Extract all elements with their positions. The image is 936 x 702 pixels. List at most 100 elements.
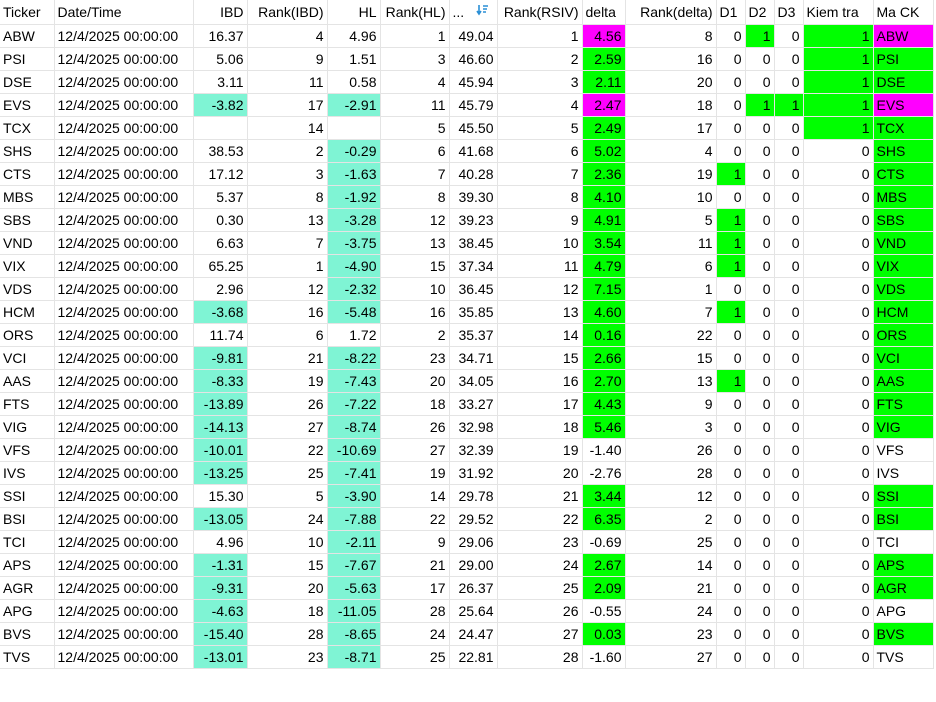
rank-rsiv-cell[interactable]: 23 bbox=[497, 530, 583, 554]
rank-hl-cell[interactable]: 28 bbox=[380, 599, 450, 623]
ma-ck-cell[interactable]: TVS bbox=[873, 645, 934, 669]
delta-cell[interactable]: 4.43 bbox=[582, 392, 626, 416]
hl-cell[interactable]: -2.32 bbox=[327, 277, 381, 301]
d3-cell[interactable]: 0 bbox=[774, 461, 804, 485]
rank-hl-cell[interactable]: 21 bbox=[380, 553, 450, 577]
datetime-cell[interactable]: 12/4/2025 00:00:00 bbox=[54, 507, 194, 531]
rank-ibd-cell[interactable]: 15 bbox=[247, 553, 328, 577]
rank-ibd-cell[interactable]: 23 bbox=[247, 645, 328, 669]
d3-cell[interactable]: 0 bbox=[774, 70, 804, 94]
ibd-cell[interactable]: -3.68 bbox=[193, 300, 248, 324]
rank-hl-cell[interactable]: 11 bbox=[380, 93, 450, 117]
kiem-tra-cell[interactable]: 0 bbox=[803, 622, 874, 646]
rank-ibd-cell[interactable]: 3 bbox=[247, 162, 328, 186]
datetime-cell[interactable]: 12/4/2025 00:00:00 bbox=[54, 277, 194, 301]
rank-delta-cell[interactable]: 18 bbox=[625, 93, 717, 117]
d1-cell[interactable]: 1 bbox=[716, 231, 746, 255]
rank-delta-cell[interactable]: 4 bbox=[625, 139, 717, 163]
rank-hl-cell[interactable]: 24 bbox=[380, 622, 450, 646]
ma-ck-cell[interactable]: SBS bbox=[873, 208, 934, 232]
hl-cell[interactable]: 1.51 bbox=[327, 47, 381, 71]
datetime-cell[interactable]: 12/4/2025 00:00:00 bbox=[54, 93, 194, 117]
kiem-tra-cell[interactable]: 0 bbox=[803, 530, 874, 554]
rank-ibd-cell[interactable]: 28 bbox=[247, 622, 328, 646]
rank-delta-cell[interactable]: 22 bbox=[625, 323, 717, 347]
table-row[interactable]: APG 12/4/2025 00:00:00 -4.63 18 -11.05 28 25.6… bbox=[0, 599, 934, 623]
table-row[interactable]: CTS 12/4/2025 00:00:00 17.12 3 -1.63 7 40.28 7 2… bbox=[0, 162, 934, 186]
rank-hl-cell[interactable]: 8 bbox=[380, 185, 450, 209]
rank-hl-cell[interactable]: 1 bbox=[380, 24, 450, 48]
ma-ck-cell[interactable]: MBS bbox=[873, 185, 934, 209]
d3-cell[interactable]: 0 bbox=[774, 599, 804, 623]
d3-cell[interactable]: 0 bbox=[774, 185, 804, 209]
rsiv-cell[interactable]: 46.60 bbox=[449, 47, 498, 71]
rank-rsiv-cell[interactable]: 27 bbox=[497, 622, 583, 646]
table-row[interactable]: APS 12/4/2025 00:00:00 -1.31 15 -7.67 21 29.00… bbox=[0, 553, 934, 577]
rank-rsiv-cell[interactable]: 22 bbox=[497, 507, 583, 531]
delta-cell[interactable]: 2.66 bbox=[582, 346, 626, 370]
d3-cell[interactable]: 0 bbox=[774, 553, 804, 577]
rank-rsiv-cell[interactable]: 21 bbox=[497, 484, 583, 508]
d1-cell[interactable]: 0 bbox=[716, 346, 746, 370]
ibd-cell[interactable]: -14.13 bbox=[193, 415, 248, 439]
rsiv-cell[interactable]: 35.37 bbox=[449, 323, 498, 347]
kiem-tra-cell[interactable]: 0 bbox=[803, 346, 874, 370]
d2-cell[interactable]: 0 bbox=[745, 530, 775, 554]
datetime-cell[interactable]: 12/4/2025 00:00:00 bbox=[54, 254, 194, 278]
d2-cell[interactable]: 0 bbox=[745, 162, 775, 186]
kiem-tra-cell[interactable]: 0 bbox=[803, 645, 874, 669]
rank-rsiv-cell[interactable]: 28 bbox=[497, 645, 583, 669]
d3-cell[interactable]: 0 bbox=[774, 47, 804, 71]
rsiv-cell[interactable]: 39.30 bbox=[449, 185, 498, 209]
rank-ibd-cell[interactable]: 9 bbox=[247, 47, 328, 71]
ma-ck-cell[interactable]: VCI bbox=[873, 346, 934, 370]
rsiv-cell[interactable]: 36.45 bbox=[449, 277, 498, 301]
d2-cell[interactable]: 0 bbox=[745, 323, 775, 347]
d1-cell[interactable]: 0 bbox=[716, 645, 746, 669]
d3-cell[interactable]: 0 bbox=[774, 576, 804, 600]
sort-descending-icon[interactable] bbox=[476, 5, 490, 20]
d1-cell[interactable]: 0 bbox=[716, 484, 746, 508]
hl-cell[interactable]: 0.58 bbox=[327, 70, 381, 94]
ticker-cell[interactable]: TCI bbox=[0, 530, 55, 554]
ma-ck-cell[interactable]: ORS bbox=[873, 323, 934, 347]
ibd-cell[interactable]: 3.11 bbox=[193, 70, 248, 94]
rank-hl-cell[interactable]: 2 bbox=[380, 323, 450, 347]
ibd-cell[interactable]: -13.89 bbox=[193, 392, 248, 416]
d3-cell[interactable]: 0 bbox=[774, 392, 804, 416]
d3-cell[interactable]: 0 bbox=[774, 369, 804, 393]
kiem-tra-cell[interactable]: 1 bbox=[803, 116, 874, 140]
d2-cell[interactable]: 0 bbox=[745, 507, 775, 531]
d3-cell[interactable]: 0 bbox=[774, 277, 804, 301]
rank-hl-cell[interactable]: 17 bbox=[380, 576, 450, 600]
d3-cell[interactable]: 0 bbox=[774, 415, 804, 439]
d2-cell[interactable]: 0 bbox=[745, 415, 775, 439]
rank-delta-cell[interactable]: 23 bbox=[625, 622, 717, 646]
hl-cell[interactable]: -11.05 bbox=[327, 599, 381, 623]
ibd-cell[interactable]: -10.01 bbox=[193, 438, 248, 462]
hl-cell[interactable]: -8.71 bbox=[327, 645, 381, 669]
datetime-cell[interactable]: 12/4/2025 00:00:00 bbox=[54, 392, 194, 416]
kiem-tra-cell[interactable]: 0 bbox=[803, 254, 874, 278]
kiem-tra-cell[interactable]: 1 bbox=[803, 70, 874, 94]
rank-rsiv-cell[interactable]: 7 bbox=[497, 162, 583, 186]
rank-hl-cell[interactable]: 22 bbox=[380, 507, 450, 531]
delta-cell[interactable]: -2.76 bbox=[582, 461, 626, 485]
kiem-tra-cell[interactable]: 0 bbox=[803, 553, 874, 577]
rank-hl-cell[interactable]: 3 bbox=[380, 47, 450, 71]
ibd-cell[interactable]: 5.37 bbox=[193, 185, 248, 209]
kiem-tra-cell[interactable]: 0 bbox=[803, 208, 874, 232]
delta-cell[interactable]: 2.67 bbox=[582, 553, 626, 577]
delta-cell[interactable]: 2.09 bbox=[582, 576, 626, 600]
ticker-cell[interactable]: SSI bbox=[0, 484, 55, 508]
table-row[interactable]: ABW 12/4/2025 00:00:00 16.37 4 4.96 1 49.04 1 4.… bbox=[0, 24, 934, 48]
delta-cell[interactable]: 4.10 bbox=[582, 185, 626, 209]
rank-hl-cell[interactable]: 13 bbox=[380, 231, 450, 255]
table-row[interactable]: FTS 12/4/2025 00:00:00 -13.89 26 -7.22 18 33.2… bbox=[0, 392, 934, 416]
kiem-tra-cell[interactable]: 1 bbox=[803, 93, 874, 117]
table-row[interactable]: VDS 12/4/2025 00:00:00 2.96 12 -2.32 10 36.45 1… bbox=[0, 277, 934, 301]
rank-rsiv-cell[interactable]: 8 bbox=[497, 185, 583, 209]
ticker-cell[interactable]: ORS bbox=[0, 323, 55, 347]
ma-ck-cell[interactable]: AGR bbox=[873, 576, 934, 600]
rank-ibd-cell[interactable]: 4 bbox=[247, 24, 328, 48]
